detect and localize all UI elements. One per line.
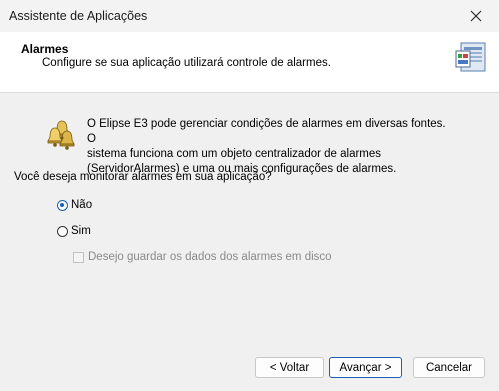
cancel-button[interactable]: Cancelar: [413, 357, 485, 378]
radio-nao-label: Não: [71, 199, 93, 211]
title-bar: Assistente de Aplicações: [0, 0, 499, 32]
radio-sim-label: Sim: [71, 225, 91, 237]
wizard-panel-icon: [455, 42, 486, 72]
alarm-bells-icon: [47, 120, 75, 150]
page-title: Alarmes: [21, 42, 69, 56]
description-text: O Elipse E3 pode gerenciar condições de …: [87, 117, 457, 177]
radio-nao[interactable]: Não: [57, 199, 92, 211]
close-button[interactable]: [453, 0, 499, 32]
description-line: sistema funciona com um objeto centraliz…: [87, 148, 382, 160]
save-alarms-label: Desejo guardar os dados dos alarmes em d…: [88, 251, 332, 263]
radio-unselected-indicator: [57, 225, 68, 237]
save-alarms-checkbox[interactable]: Desejo guardar os dados dos alarmes em d…: [73, 251, 332, 263]
next-button[interactable]: Avançar >: [329, 357, 402, 378]
question-label: Você deseja monitorar alarmes em sua apl…: [14, 171, 272, 183]
page-subtitle: Configure se sua aplicação utilizará con…: [42, 57, 331, 69]
back-button[interactable]: < Voltar: [255, 357, 324, 378]
close-icon: [470, 10, 482, 22]
window-title: Assistente de Aplicações: [9, 9, 148, 23]
wizard-header: Alarmes Configure se sua aplicação utili…: [0, 32, 499, 93]
radio-sim[interactable]: Sim: [57, 225, 91, 237]
description-line: O Elipse E3 pode gerenciar condições de …: [87, 118, 446, 145]
checkbox-box: [73, 251, 84, 263]
radio-selected-indicator: [57, 199, 68, 211]
